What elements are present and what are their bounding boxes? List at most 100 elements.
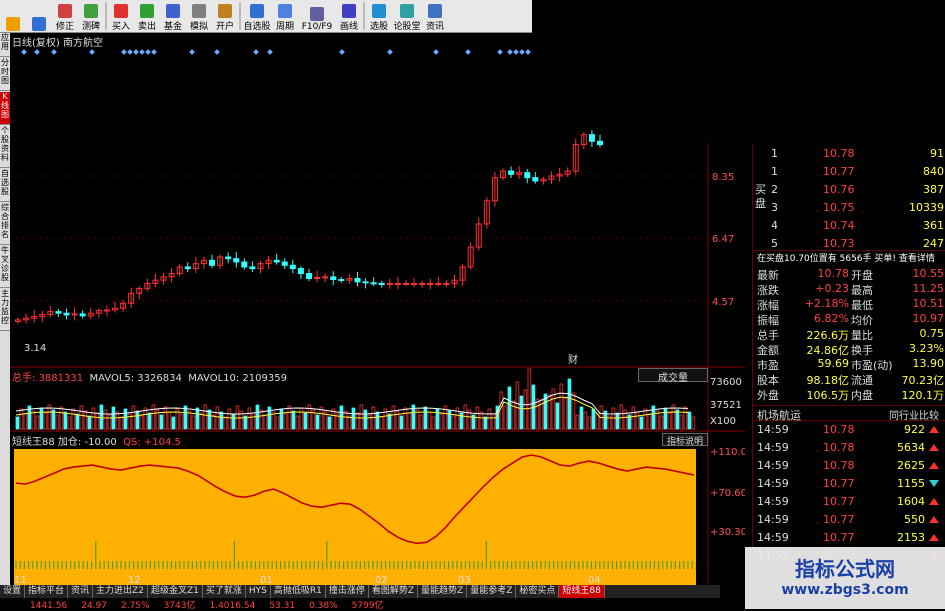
- tick-time: 14:59: [757, 495, 789, 508]
- toolbar: 修正 测碑 买入 卖出 基金 模拟 开户 自选股 周期 F10/F9 画线 选股 论股堂 资讯: [0, 0, 532, 33]
- volume-bar: [519, 395, 524, 430]
- bottom-tab-12[interactable]: 秘密买点: [516, 585, 560, 598]
- toolbar-button-14[interactable]: 论股堂: [392, 0, 422, 33]
- candle: [297, 268, 304, 275]
- left-tab-1[interactable]: 分时图: [0, 58, 10, 91]
- volume-bar: [231, 413, 236, 430]
- left-tab-4[interactable]: 自选股: [0, 169, 10, 202]
- volume-bar: [387, 413, 392, 430]
- volume-bar: [491, 413, 496, 430]
- volume-bar: [675, 409, 680, 430]
- toolbar-button-6[interactable]: 基金: [160, 0, 186, 33]
- volume-bar: [431, 416, 436, 430]
- bottom-tab-13[interactable]: 短线王88: [559, 585, 605, 598]
- bottom-tab-3[interactable]: 主力进出Z2: [93, 585, 148, 598]
- toolbar-label: 资讯: [425, 22, 444, 32]
- bottom-tab-10[interactable]: 量能趋势Z: [418, 585, 468, 598]
- quote-label: 最低: [851, 299, 873, 312]
- price-tick: 4.57: [712, 297, 734, 308]
- orderbook: 买盘 1 10.78 91 1 10.77 840 2 10.76 387 3 10.…: [753, 143, 945, 251]
- toolbar-button-5[interactable]: 卖出: [134, 0, 160, 33]
- volume-bar: [315, 414, 320, 430]
- left-tab-3[interactable]: 个股资料: [0, 126, 10, 168]
- f10-icon: [310, 7, 324, 21]
- quote-value: +0.23: [815, 282, 849, 295]
- watermark: 指标公式网 www.zbgs3.com: [745, 547, 945, 609]
- toolbar-button-7[interactable]: 模拟: [186, 0, 212, 33]
- low-price-label: 3.14: [24, 343, 46, 354]
- bottom-tab-5[interactable]: 买了就涨: [203, 585, 246, 598]
- toolbar-button-0[interactable]: [0, 0, 26, 33]
- volume-bar: [575, 414, 580, 430]
- sector-compare-link[interactable]: 同行业比较: [889, 407, 939, 422]
- left-tab-2[interactable]: K线图: [0, 92, 10, 125]
- toolbar-label: 论股堂: [393, 22, 421, 32]
- toolbar-button-4[interactable]: 买入: [108, 0, 134, 33]
- toolbar-button-1[interactable]: [26, 0, 52, 33]
- bottom-tab-1[interactable]: 指标平台: [25, 585, 69, 598]
- bottom-tab-2[interactable]: 资讯: [68, 585, 94, 598]
- quote-value: 0.75: [919, 327, 945, 340]
- date-tick: 03: [458, 575, 471, 585]
- left-tab-7[interactable]: 主力监控: [0, 289, 10, 331]
- toolbar-label: 测碑: [81, 22, 100, 32]
- orderbook-price: 10.75: [823, 201, 855, 214]
- quote-value: 3.23%: [909, 342, 944, 355]
- left-tab-6[interactable]: 牛叉诊股: [0, 246, 10, 288]
- toolbar-button-10[interactable]: 周期: [272, 0, 298, 33]
- quote-value: 59.69: [817, 357, 850, 370]
- left-tab-5[interactable]: 综合排名: [0, 203, 10, 245]
- volume-bar: [591, 408, 596, 430]
- bottom-tab-9[interactable]: 看图解势Z: [369, 585, 419, 598]
- quote-label: 量比: [851, 329, 873, 342]
- mavol10-label: MAVOL10: 2109359: [188, 373, 287, 384]
- volume-bar: [263, 414, 268, 430]
- signal-marker: [89, 49, 95, 55]
- volume-bar: [203, 404, 208, 430]
- signal-marker: [189, 49, 195, 55]
- toolbar-button-11[interactable]: F10/F9: [298, 0, 336, 33]
- bid-info[interactable]: 在买盘10.70位置有 5656手 买单! 查看详情: [757, 251, 935, 264]
- indicator-help-button[interactable]: 指标说明: [662, 433, 708, 447]
- volume-bar: [39, 407, 44, 430]
- chart-area[interactable]: 8.35 6.47 4.57 73600 37521 X100 +110.0 +70.60 +3…: [10, 33, 745, 585]
- tick-price: 10.78: [823, 459, 855, 472]
- volume-bar: [275, 416, 280, 430]
- back-arrow-icon: [6, 17, 20, 31]
- quote-panel: 买盘 1 10.78 91 1 10.77 840 2 10.76 387 3 10.…: [752, 143, 945, 562]
- quote-label: 市盈(动): [851, 359, 893, 372]
- orderbook-volume: 247: [923, 237, 944, 250]
- bottom-tab-6[interactable]: HYS: [246, 585, 271, 598]
- volume-tick: X100: [710, 416, 736, 427]
- tick-volume: 2153: [897, 531, 925, 544]
- toolbar-label: 修正: [55, 22, 74, 32]
- bottom-tab-4[interactable]: 超级金叉Z1: [148, 585, 203, 598]
- toolbar-button-8[interactable]: 开户: [212, 0, 238, 33]
- candle: [71, 313, 78, 316]
- toolbar-button-2[interactable]: 修正: [52, 0, 78, 33]
- toolbar-button-9[interactable]: 自选股: [242, 0, 272, 33]
- bottom-tab-8[interactable]: 撞击涨停: [326, 585, 369, 598]
- toolbar-button-13[interactable]: 选股: [366, 0, 392, 33]
- toolbar-button-3[interactable]: 测碑: [78, 0, 104, 33]
- volume-bar: [595, 413, 600, 430]
- left-tab-0[interactable]: 应用: [0, 33, 10, 57]
- volume-bar: [251, 412, 256, 430]
- candle: [524, 172, 531, 179]
- stock-picker-icon: [372, 4, 386, 18]
- volume-bar: [403, 407, 408, 430]
- toolbar-button-15[interactable]: 资讯: [422, 0, 448, 33]
- volume-bar: [67, 416, 72, 430]
- candle: [281, 261, 288, 266]
- bottom-tab-7[interactable]: 高抛低吸R1: [271, 585, 326, 598]
- quote-label: 总手: [757, 329, 779, 342]
- volume-mode-button[interactable]: 成交量: [638, 368, 708, 384]
- toolbar-button-12[interactable]: 画线: [336, 0, 362, 33]
- up-arrow-icon: [929, 534, 939, 541]
- bottom-tab-11[interactable]: 量能参考Z: [467, 585, 517, 598]
- news-icon: [428, 4, 442, 18]
- signal-marker: [139, 49, 145, 55]
- orderbook-level: 1: [771, 165, 778, 178]
- volume-bar: [667, 412, 672, 430]
- bottom-tab-0[interactable]: 设置: [0, 585, 26, 598]
